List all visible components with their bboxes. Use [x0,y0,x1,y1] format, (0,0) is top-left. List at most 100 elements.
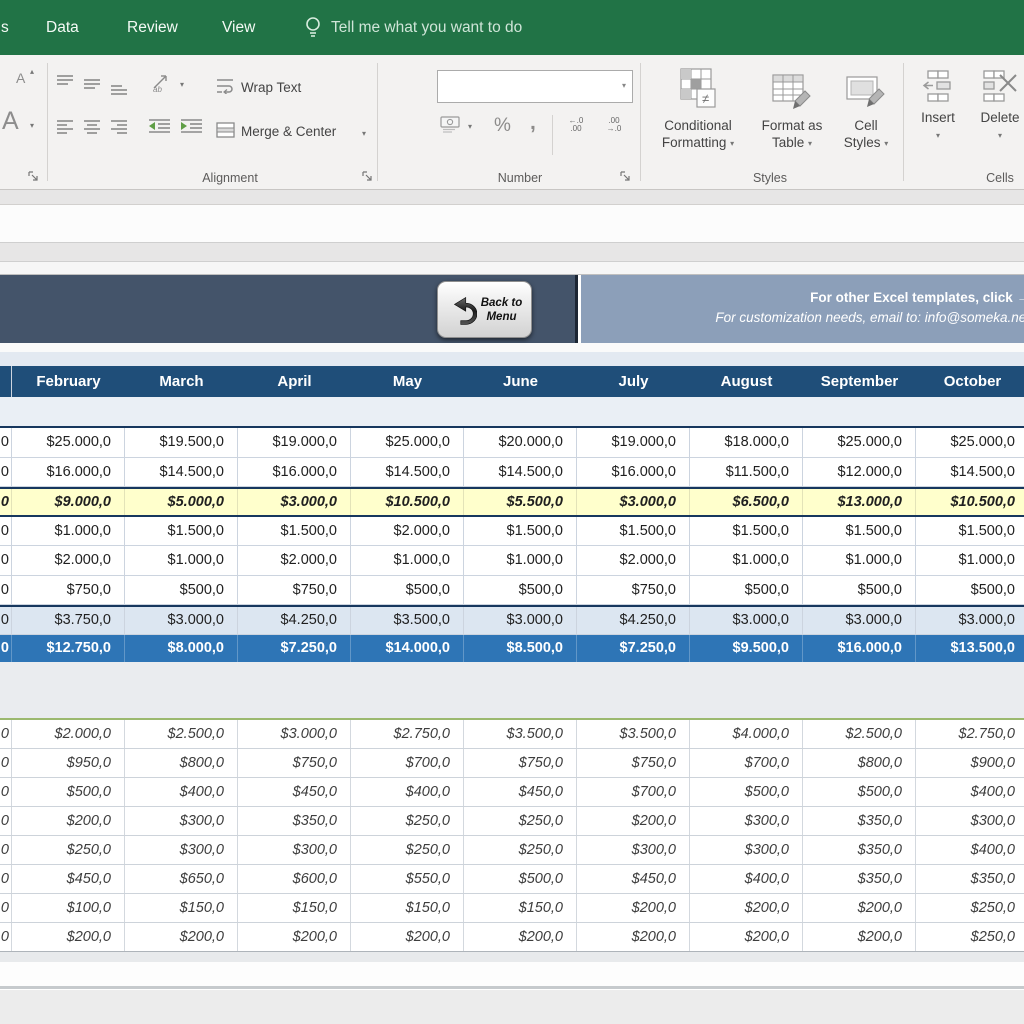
align-bottom-button[interactable] [110,79,130,97]
cell-february[interactable]: $25.000,0 [12,428,125,457]
tab-formulas-partial[interactable]: s [1,0,9,55]
cell-february[interactable]: $16.000,0 [12,458,125,487]
orientation-caret-icon[interactable]: ▾ [180,80,184,89]
cell-july[interactable]: $700,0 [577,778,690,806]
cell-april[interactable]: $200,0 [238,923,351,951]
cell-june[interactable]: $20.000,0 [464,428,577,457]
column-headings-strip[interactable] [0,243,1024,262]
align-center-button[interactable] [83,117,103,135]
cell-march[interactable]: $14.500,0 [125,458,238,487]
orientation-button[interactable]: ab [150,70,174,94]
wrap-text-button[interactable] [216,77,235,95]
number-dialog-launcher-icon[interactable] [620,168,632,180]
cell-january-partial[interactable]: 0 [0,635,12,663]
cell-september[interactable]: $350,0 [803,836,916,864]
merge-center-label[interactable]: Merge & Center [241,124,336,139]
font-color-caret-icon[interactable]: ▾ [30,121,34,130]
cell-september[interactable]: $200,0 [803,894,916,922]
cell-january-partial[interactable]: 0 [0,749,12,777]
align-middle-button[interactable] [83,75,103,93]
cell-august[interactable]: $400,0 [690,865,803,893]
tell-me-box[interactable]: Tell me what you want to do [303,0,522,55]
cell-february[interactable]: $750,0 [12,576,125,605]
cell-january-partial[interactable]: 0 [0,517,12,546]
cell-july[interactable]: $3.500,0 [577,720,690,748]
number-format-combo[interactable]: ▾ [437,70,633,103]
align-top-button[interactable] [56,73,76,91]
cell-june[interactable]: $200,0 [464,923,577,951]
percent-style-button[interactable]: % [494,115,511,137]
back-to-menu-button[interactable]: Back to Menu [437,281,532,338]
cell-january-partial[interactable]: 0 [0,865,12,893]
month-header-march[interactable]: March [125,366,238,397]
grow-font-button[interactable]: A [16,70,25,86]
cell-february[interactable]: $950,0 [12,749,125,777]
cell-may[interactable]: $2.750,0 [351,720,464,748]
alignment-dialog-launcher-icon[interactable] [362,168,374,180]
cell-october[interactable]: $400,0 [916,836,1024,864]
cell-october[interactable]: $250,0 [916,923,1024,951]
cell-august[interactable]: $18.000,0 [690,428,803,457]
cell-june[interactable]: $450,0 [464,778,577,806]
cell-january-partial[interactable]: 0 [0,923,12,951]
align-right-button[interactable] [110,117,130,135]
cell-april[interactable]: $7.250,0 [238,635,351,663]
cell-october[interactable]: $14.500,0 [916,458,1024,487]
delete-cells-button[interactable]: Delete ▾ [972,69,1024,144]
cell-july[interactable]: $200,0 [577,923,690,951]
cell-august[interactable]: $300,0 [690,807,803,835]
cell-september[interactable]: $2.500,0 [803,720,916,748]
cell-january-partial[interactable]: 0 [0,836,12,864]
cell-january-partial[interactable]: 0 [0,489,12,515]
cell-january-partial[interactable]: 0 [0,546,12,575]
cell-july[interactable]: $750,0 [577,576,690,605]
cell-january-partial[interactable]: 0 [0,607,12,634]
format-as-table-button[interactable]: Format as Table ▾ [752,71,832,152]
cell-april[interactable]: $3.000,0 [238,720,351,748]
cell-february[interactable]: $500,0 [12,778,125,806]
cell-october[interactable]: $250,0 [916,894,1024,922]
cell-august[interactable]: $700,0 [690,749,803,777]
cell-july[interactable]: $4.250,0 [577,607,690,634]
cell-february[interactable]: $100,0 [12,894,125,922]
month-header-october[interactable]: October [916,366,1024,397]
cell-april[interactable]: $3.000,0 [238,489,351,515]
cell-april[interactable]: $750,0 [238,749,351,777]
cell-june[interactable]: $1.500,0 [464,517,577,546]
cell-september[interactable]: $800,0 [803,749,916,777]
cell-june[interactable]: $8.500,0 [464,635,577,663]
cell-september[interactable]: $500,0 [803,778,916,806]
cell-june[interactable]: $750,0 [464,749,577,777]
cell-august[interactable]: $1.500,0 [690,517,803,546]
cell-january-partial[interactable]: 0 [0,428,12,457]
cell-february[interactable]: $200,0 [12,923,125,951]
month-header-may[interactable]: May [351,366,464,397]
cell-april[interactable]: $450,0 [238,778,351,806]
cell-july[interactable]: $16.000,0 [577,458,690,487]
cell-july[interactable]: $300,0 [577,836,690,864]
conditional-formatting-button[interactable]: ≠ Conditional Formatting ▾ [650,67,746,152]
cell-september[interactable]: $350,0 [803,865,916,893]
increase-decimal-button[interactable]: ←.0.00 [562,117,590,133]
cell-february[interactable]: $2.000,0 [12,546,125,575]
cell-october[interactable]: $900,0 [916,749,1024,777]
cell-september[interactable]: $350,0 [803,807,916,835]
cell-february[interactable]: $450,0 [12,865,125,893]
decrease-indent-button[interactable] [148,117,172,135]
cell-april[interactable]: $150,0 [238,894,351,922]
cell-march[interactable]: $200,0 [125,923,238,951]
formula-bar[interactable] [0,205,1024,243]
cell-august[interactable]: $500,0 [690,576,803,605]
cell-september[interactable]: $13.000,0 [803,489,916,515]
cell-styles-button[interactable]: Cell Styles ▾ [834,71,898,152]
cell-october[interactable]: $300,0 [916,807,1024,835]
merge-center-caret-icon[interactable]: ▾ [362,129,366,138]
cell-january-partial[interactable]: 0 [0,894,12,922]
cell-july[interactable]: $7.250,0 [577,635,690,663]
cell-august[interactable]: $1.000,0 [690,546,803,575]
cell-march[interactable]: $150,0 [125,894,238,922]
cell-may[interactable]: $14.500,0 [351,458,464,487]
cell-july[interactable]: $750,0 [577,749,690,777]
banner-info-line1[interactable]: For other Excel templates, click → [590,288,1024,308]
accounting-format-button[interactable] [440,115,462,133]
